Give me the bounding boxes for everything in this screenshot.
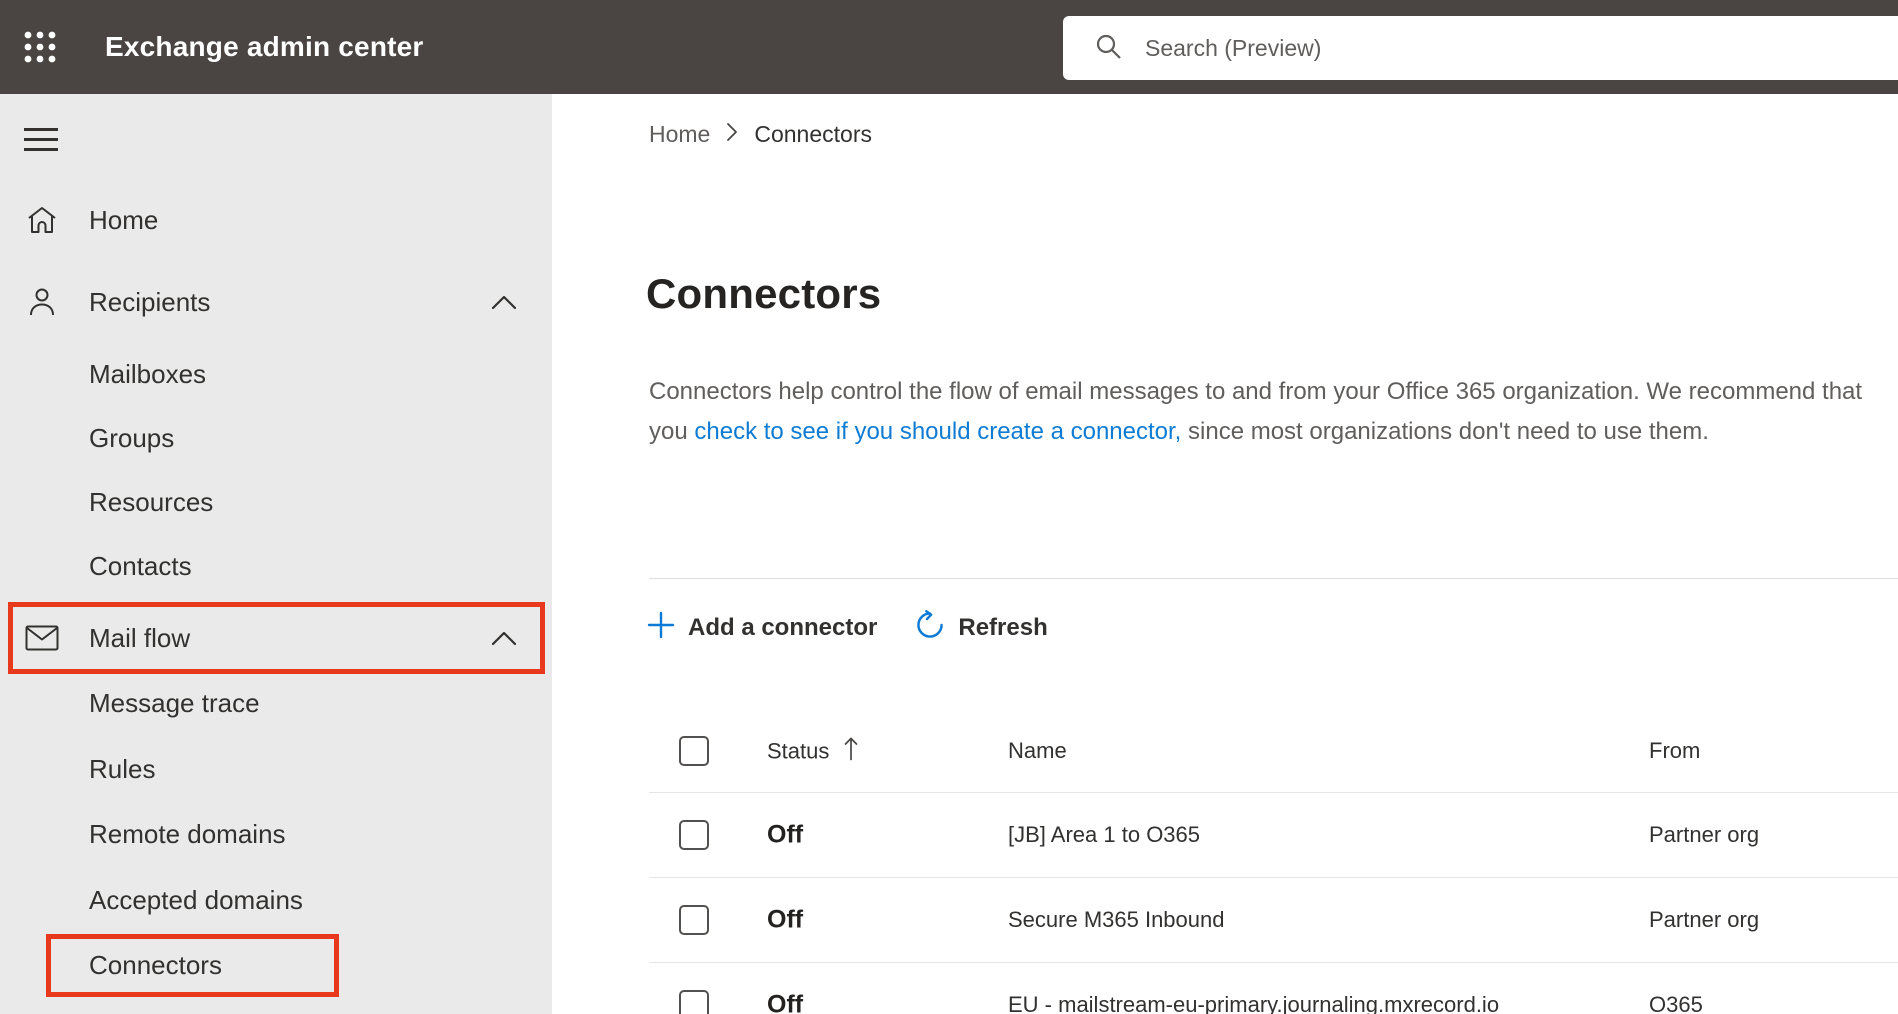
toolbar-divider (649, 578, 1898, 579)
add-connector-button[interactable]: Add a connector (647, 611, 877, 646)
magnifier-icon (1093, 31, 1123, 66)
sidebar-item-label: Mailboxes (89, 358, 207, 389)
person-icon (25, 285, 59, 319)
sidebar-item-label: Groups (89, 422, 175, 453)
row-status: Off (767, 820, 804, 849)
description-text-after: since most organizations don't need to u… (1181, 418, 1709, 445)
breadcrumb: Home Connectors (649, 120, 872, 148)
main-content: Home Connectors Connectors Connectors he… (552, 94, 1898, 1014)
row-name: [JB] Area 1 to O365 (1008, 822, 1201, 847)
toolbar: Add a connector Refresh (647, 607, 1048, 649)
waffle-icon (23, 30, 57, 67)
exchange-admin-center-screen: Exchange admin center Search (Preview) H… (0, 0, 1898, 1014)
table-header-row: Status Name From (552, 710, 1898, 792)
sidebar-item-mail-flow[interactable]: Mail flow (0, 610, 552, 666)
sidebar-item-resources[interactable]: Resources (0, 474, 552, 530)
sidebar-item-remote-domains[interactable]: Remote domains (0, 806, 552, 862)
sidebar-item-label: Resources (89, 486, 214, 517)
sidebar-item-label: Remote domains (89, 818, 286, 849)
sidebar-item-label: Recipients (89, 286, 211, 317)
page-title: Connectors (646, 270, 882, 318)
create-connector-check-link[interactable]: check to see if you should create a conn… (694, 418, 1181, 445)
chevron-up-icon[interactable] (490, 624, 518, 652)
row-checkbox[interactable] (679, 905, 709, 935)
refresh-icon (915, 609, 945, 647)
column-header-from[interactable]: From (1649, 738, 1700, 764)
chevron-up-icon[interactable] (490, 288, 518, 316)
row-status: Off (767, 905, 804, 934)
column-header-status[interactable]: Status (767, 738, 829, 764)
refresh-button[interactable]: Refresh (915, 609, 1048, 647)
row-from: Partner org (1649, 822, 1760, 847)
sidebar-item-accepted-domains[interactable]: Accepted domains (0, 872, 552, 928)
home-icon (25, 203, 59, 237)
sidebar-item-mailboxes[interactable]: Mailboxes (0, 346, 552, 402)
row-status: Off (767, 990, 804, 1014)
row-checkbox[interactable] (679, 820, 709, 850)
sort-ascending-icon (843, 736, 859, 767)
search-input[interactable]: Search (Preview) (1063, 16, 1898, 80)
search-placeholder: Search (Preview) (1145, 34, 1322, 61)
table-row[interactable]: Off EU - mailstream-eu-primary.journalin… (552, 963, 1898, 1014)
row-from: O365 (1649, 992, 1703, 1014)
row-name: Secure M365 Inbound (1008, 907, 1225, 932)
refresh-label: Refresh (958, 614, 1048, 641)
row-name: EU - mailstream-eu-primary.journaling.mx… (1008, 992, 1500, 1014)
sidebar-item-label: Rules (89, 753, 156, 784)
select-all-checkbox[interactable] (679, 736, 709, 766)
topbar: Exchange admin center Search (Preview) (0, 0, 1898, 94)
sidebar-item-rules[interactable]: Rules (0, 741, 552, 797)
column-header-name[interactable]: Name (1008, 738, 1067, 764)
collapse-nav-button[interactable] (24, 127, 58, 153)
breadcrumb-home-link[interactable]: Home (649, 121, 710, 148)
app-launcher-button[interactable] (16, 24, 64, 72)
sidebar-item-label: Mail flow (89, 622, 191, 653)
sidebar-item-label: Connectors (89, 949, 222, 980)
sidebar-item-connectors[interactable]: Connectors (0, 937, 552, 993)
sidebar: Home Recipients Mailboxes Groups Resourc… (0, 94, 552, 1014)
sidebar-item-message-trace[interactable]: Message trace (0, 675, 552, 731)
row-checkbox[interactable] (679, 990, 709, 1014)
sidebar-item-label: Accepted domains (89, 884, 303, 915)
mail-icon (25, 621, 59, 655)
sidebar-item-label: Message trace (89, 687, 260, 718)
hamburger-icon (24, 128, 58, 156)
plus-icon (647, 611, 675, 646)
sidebar-item-recipients[interactable]: Recipients (0, 274, 552, 330)
row-from: Partner org (1649, 907, 1760, 932)
table-row[interactable]: Off Secure M365 Inbound Partner org (552, 878, 1898, 962)
add-connector-label: Add a connector (688, 614, 878, 641)
page-description: Connectors help control the flow of emai… (649, 372, 1874, 452)
breadcrumb-current: Connectors (754, 120, 872, 147)
sidebar-item-groups[interactable]: Groups (0, 410, 552, 466)
table-row[interactable]: Off [JB] Area 1 to O365 Partner org (552, 793, 1898, 877)
app-title: Exchange admin center (105, 31, 424, 62)
sidebar-item-label: Contacts (89, 550, 192, 581)
chevron-right-icon (726, 121, 738, 148)
sidebar-item-home[interactable]: Home (0, 192, 552, 248)
sidebar-item-label: Home (89, 204, 159, 235)
sidebar-item-contacts[interactable]: Contacts (0, 538, 552, 594)
